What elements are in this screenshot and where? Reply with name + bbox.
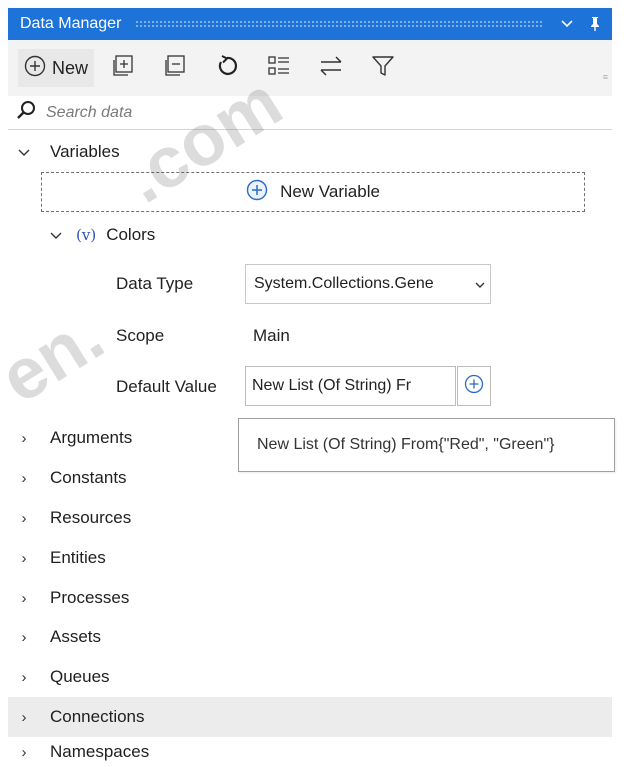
chevron-right-icon[interactable]: › <box>14 590 34 607</box>
refresh-icon <box>215 54 239 83</box>
tree-item-label: Entities <box>50 548 106 567</box>
chevron-right-icon[interactable]: › <box>14 669 34 686</box>
expression-editor-button[interactable] <box>457 366 491 406</box>
tree-item-queues[interactable]: › Queues <box>8 657 612 697</box>
chevron-down-icon[interactable] <box>556 13 578 35</box>
filter-icon <box>371 54 395 83</box>
new-button[interactable]: New <box>18 49 95 87</box>
variable-item-colors[interactable]: (v) Colors <box>50 216 155 254</box>
chevron-right-icon[interactable]: › <box>14 550 34 567</box>
watermark-text: en. <box>0 295 118 419</box>
chevron-right-icon[interactable]: › <box>14 629 34 646</box>
search-bar <box>8 96 612 130</box>
tree-item-label: Assets <box>50 627 102 646</box>
tree-item-label: Namespaces <box>50 742 150 761</box>
pin-icon[interactable] <box>584 13 606 35</box>
default-value-input[interactable] <box>245 366 456 406</box>
panel-title: Data Manager <box>20 15 122 32</box>
search-input[interactable] <box>46 103 546 122</box>
list-view-button[interactable] <box>260 49 298 87</box>
collapse-all-button[interactable] <box>156 49 194 87</box>
data-manager-panel: Data Manager New ≡ Search data Variables… <box>0 0 627 767</box>
data-type-value: System.Collections.Gene <box>254 275 434 292</box>
tree-item-label: Resources <box>50 508 132 527</box>
tree-item-connections[interactable]: › Connections <box>8 697 612 737</box>
tree-item-label: Connections <box>50 707 145 726</box>
tooltip-text: New List (Of String) From{"Red", "Green"… <box>257 436 555 453</box>
tree-item-label: Variables <box>50 142 120 161</box>
chevron-down-icon[interactable] <box>14 144 34 161</box>
new-variable-label: New Variable <box>280 182 380 201</box>
add-circle-icon <box>246 179 268 206</box>
add-circle-icon <box>464 374 484 399</box>
scope-value[interactable]: Main <box>253 326 290 346</box>
new-variable-button[interactable]: New Variable <box>41 172 585 212</box>
tree-item-label: Queues <box>50 667 110 686</box>
swap-icon <box>318 54 344 83</box>
toolbar: New ≡ <box>8 40 612 96</box>
search-icon <box>16 100 36 125</box>
chevron-right-icon[interactable]: › <box>14 430 34 447</box>
swap-button[interactable] <box>312 49 350 87</box>
data-type-label: Data Type <box>116 274 194 293</box>
tree-item-variables[interactable]: Variables <box>8 132 612 172</box>
chevron-right-icon[interactable]: › <box>14 510 34 527</box>
tree-item-label: Arguments <box>50 428 133 447</box>
chevron-right-icon[interactable]: › <box>14 744 34 761</box>
chevron-down-icon[interactable] <box>50 225 62 245</box>
list-view-icon <box>267 54 291 83</box>
tree-item-processes[interactable]: › Processes <box>8 578 612 618</box>
tree-item-constants[interactable]: › Constants <box>8 458 612 498</box>
scope-label: Scope <box>116 326 165 345</box>
variable-badge-icon: (v) <box>76 226 97 244</box>
refresh-button[interactable] <box>208 49 246 87</box>
tree-item-label: Constants <box>50 468 127 487</box>
collapse-all-icon <box>163 54 187 83</box>
tree-item-entities[interactable]: › Entities <box>8 538 612 578</box>
variable-name: Colors <box>106 225 156 244</box>
title-grip[interactable] <box>135 20 542 28</box>
tree-item-assets[interactable]: › Assets <box>8 617 612 657</box>
title-bar: Data Manager <box>8 8 612 40</box>
chevron-right-icon[interactable]: › <box>14 709 34 726</box>
tree-item-resources[interactable]: › Resources <box>8 498 612 538</box>
filter-button[interactable] <box>364 49 402 87</box>
expand-all-icon <box>111 54 135 83</box>
tree-item-namespaces[interactable]: › Namespaces <box>8 737 612 767</box>
default-value-label: Default Value <box>116 377 217 396</box>
data-type-select[interactable]: System.Collections.Gene <box>245 264 491 304</box>
tree-item-label: Processes <box>50 588 130 607</box>
toolbar-overflow-icon[interactable]: ≡ <box>603 72 608 82</box>
add-circle-icon <box>24 55 46 82</box>
chevron-right-icon[interactable]: › <box>14 470 34 487</box>
expand-all-button[interactable] <box>104 49 142 87</box>
chevron-down-icon[interactable] <box>470 277 490 292</box>
new-button-label: New <box>52 57 89 78</box>
tree-item-arguments[interactable]: › Arguments <box>8 418 236 458</box>
